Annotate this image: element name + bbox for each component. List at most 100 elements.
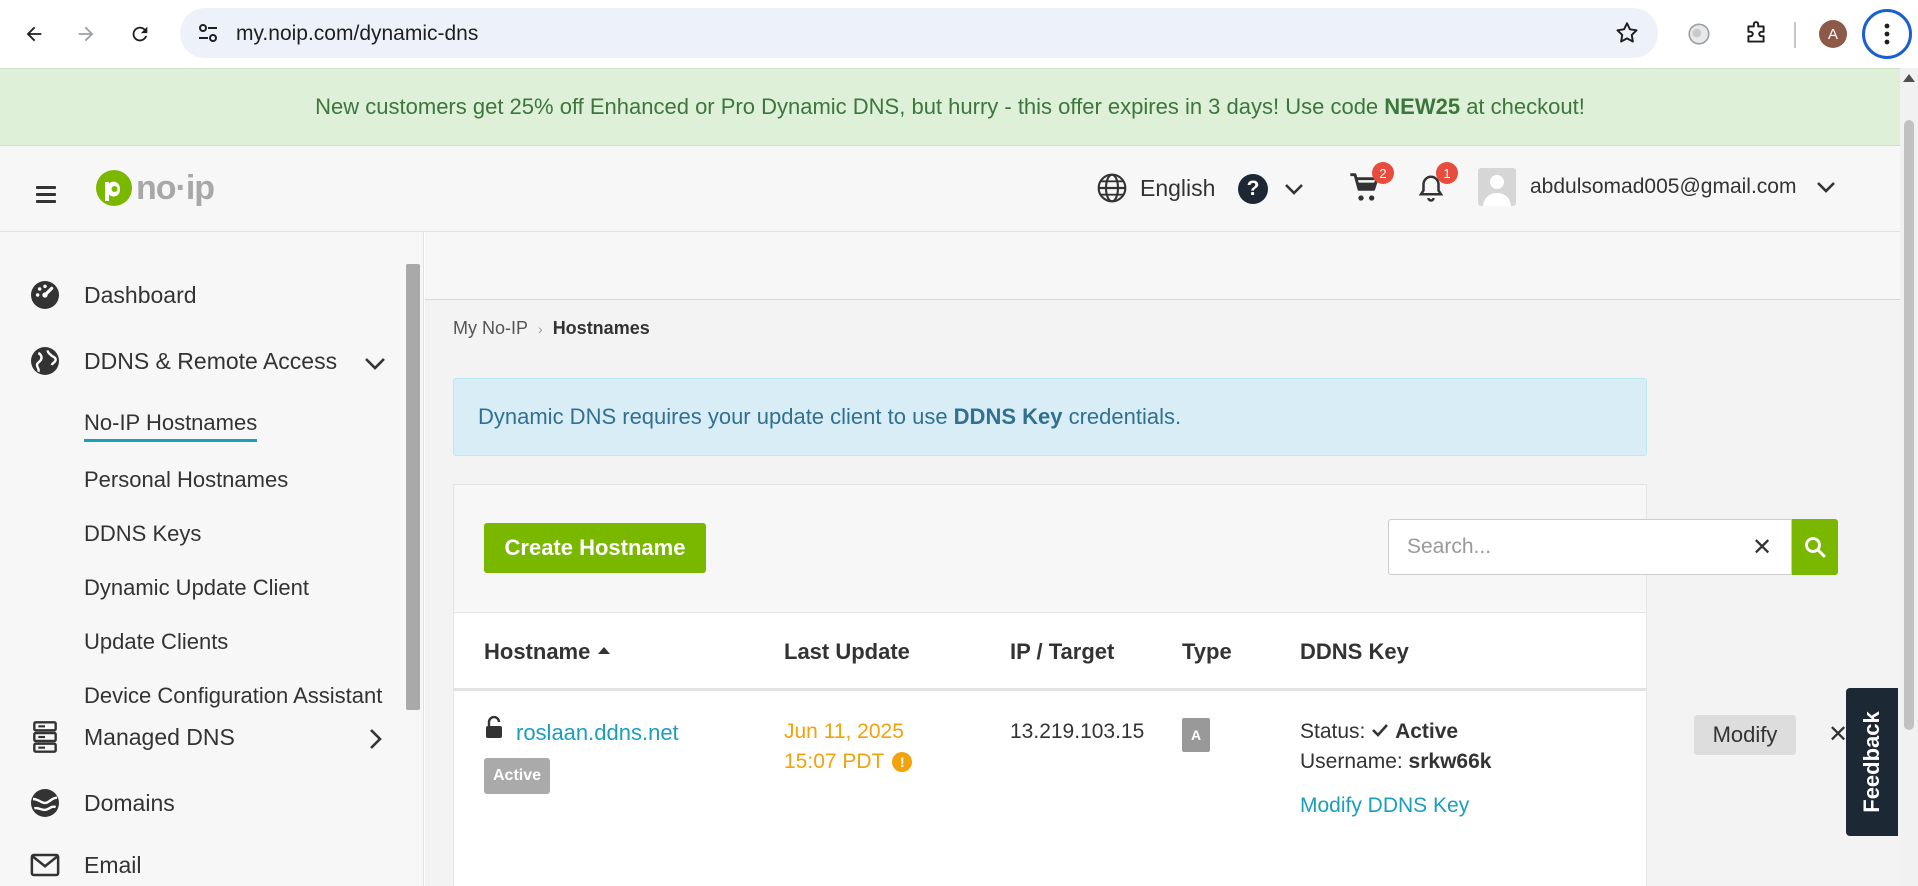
sidebar-item-personal-hostnames[interactable]: Personal Hostnames: [84, 467, 288, 493]
cart-button[interactable]: 2: [1348, 162, 1394, 209]
promo-banner: New customers get 25% off Enhanced or Pr…: [0, 68, 1900, 146]
back-button[interactable]: [14, 14, 54, 54]
cart-count-badge: 2: [1372, 162, 1394, 184]
search-input[interactable]: Search...: [1388, 519, 1792, 575]
sidebar-item-domains[interactable]: Domains: [28, 786, 175, 820]
breadcrumb-current: Hostnames: [552, 318, 650, 338]
ddns-key-alert: Dynamic DNS requires your update client …: [453, 378, 1647, 456]
column-header-ip-target[interactable]: IP / Target: [1010, 639, 1114, 665]
sidebar-scrollbar[interactable]: [406, 264, 420, 710]
column-header-hostname[interactable]: Hostname: [484, 639, 611, 665]
sidebar-item-label: Domains: [84, 789, 175, 816]
chevron-down-icon: [1817, 182, 1836, 193]
breadcrumb-separator: ›: [538, 320, 543, 337]
sidebar-item-label: Email: [84, 851, 142, 878]
breadcrumb-root-link[interactable]: My No-IP: [453, 318, 528, 339]
sidebar-item-ddns-keys[interactable]: DDNS Keys: [84, 521, 201, 547]
notification-count-badge: 1: [1436, 162, 1458, 184]
hamburger-menu-icon[interactable]: [36, 186, 56, 207]
alert-text-after: credentials.: [1062, 404, 1182, 429]
hostnames-panel: Create Hostname Search... ✕ Hostname Las…: [453, 484, 1848, 886]
reload-icon: [132, 26, 148, 42]
table-header: Hostname Last Update IP / Target Type DD…: [454, 613, 1646, 691]
table-row: roslaan.ddns.net Active Jun 11, 2025 15:…: [454, 694, 1848, 886]
column-label: Hostname: [484, 639, 591, 664]
chevron-right-icon[interactable]: [368, 728, 382, 750]
hostname-link[interactable]: roslaan.ddns.net: [516, 720, 679, 746]
sidebar-item-update-clients[interactable]: Update Clients: [84, 629, 228, 655]
record-type-badge: A: [1182, 718, 1210, 752]
feedback-label: Feedback: [1859, 711, 1884, 813]
server-icon: [28, 720, 62, 754]
site-header: no·ip English ? 2 1 abdulsomad005@gmail.…: [0, 146, 1900, 232]
ddns-username: Username: srkw66k: [1300, 750, 1491, 774]
browser-menu-button[interactable]: [1862, 9, 1912, 59]
bookmark-star-icon[interactable]: [1614, 20, 1640, 46]
ddns-status: Status: Active: [1300, 720, 1458, 744]
noip-logo[interactable]: no·ip: [94, 168, 215, 208]
ddns-key-link[interactable]: DDNS Key: [954, 404, 1063, 430]
warning-icon[interactable]: !: [892, 752, 913, 772]
search-button[interactable]: [1792, 519, 1838, 575]
more-vertical-icon: [1884, 23, 1890, 45]
sidebar-item-device-config-assistant[interactable]: Device Configuration Assistant: [84, 683, 382, 709]
last-update-date: Jun 11, 2025: [784, 720, 904, 743]
sidebar-item-ddns[interactable]: DDNS & Remote Access: [28, 344, 337, 378]
column-header-last-update[interactable]: Last Update: [784, 639, 910, 665]
column-header-ddns-key[interactable]: DDNS Key: [1300, 639, 1409, 665]
reload-button[interactable]: [120, 14, 160, 54]
browser-toolbar: my.noip.com/dynamic-dns A: [0, 0, 1918, 68]
avatar: [1478, 168, 1516, 206]
scroll-up-arrow-icon[interactable]: [1903, 74, 1915, 82]
globe-icon: [1097, 173, 1127, 203]
clear-search-icon[interactable]: ✕: [1752, 533, 1772, 562]
help-menu[interactable]: ?: [1238, 174, 1304, 204]
alert-text-before: Dynamic DNS requires your update client …: [478, 404, 954, 429]
user-menu[interactable]: abdulsomad005@gmail.com: [1478, 168, 1836, 206]
last-update-time: 15:07 PDT !: [784, 750, 913, 774]
address-bar[interactable]: my.noip.com/dynamic-dns: [180, 8, 1658, 58]
unlock-icon: [486, 716, 502, 738]
domains-globe-icon: [28, 786, 62, 820]
email-icon: [28, 848, 62, 882]
modify-button[interactable]: Modify: [1694, 715, 1796, 755]
sidebar-item-dynamic-update-client[interactable]: Dynamic Update Client: [84, 575, 309, 601]
create-hostname-button[interactable]: Create Hostname: [484, 523, 706, 573]
sidebar-item-label: Managed DNS: [84, 723, 235, 750]
last-update-time-text: 15:07 PDT: [784, 750, 885, 773]
search-icon: [1805, 537, 1826, 558]
site-info-icon[interactable]: [196, 21, 220, 45]
checkmark-icon: [1372, 724, 1389, 737]
ddns-username-label: Username:: [1300, 750, 1403, 773]
logo-text: no·ip: [136, 168, 215, 207]
search-box: Search... ✕: [1388, 519, 1838, 575]
extensions-button[interactable]: [1736, 14, 1776, 54]
modify-ddns-key-link[interactable]: Modify DDNS Key: [1300, 794, 1469, 818]
sidebar-item-label: DDNS & Remote Access: [84, 347, 338, 374]
content-topbar: [425, 232, 1900, 300]
scrollbar-thumb[interactable]: [1904, 120, 1914, 730]
noip-logo-icon: [96, 170, 132, 206]
page-scrollbar[interactable]: [1900, 68, 1918, 886]
sidebar: Dashboard DDNS & Remote Access No-IP Hos…: [0, 232, 424, 886]
sidebar-item-dashboard[interactable]: Dashboard: [28, 278, 197, 312]
chevron-down-icon[interactable]: [364, 356, 386, 370]
toolbar-separator: [1794, 22, 1796, 48]
column-header-type[interactable]: Type: [1182, 639, 1232, 665]
user-silhouette-icon: [1483, 175, 1511, 206]
ddns-status-value: Active: [1395, 720, 1459, 743]
promo-code: NEW25: [1384, 94, 1461, 119]
sidebar-item-email[interactable]: Email: [28, 848, 142, 882]
forward-button[interactable]: [66, 14, 106, 54]
arrow-right-icon: [78, 26, 94, 42]
extension-button[interactable]: [1679, 14, 1719, 54]
feedback-tab[interactable]: Feedback: [1846, 688, 1898, 836]
language-selector[interactable]: English: [1096, 172, 1215, 204]
url-text: my.noip.com/dynamic-dns: [236, 22, 479, 45]
profile-avatar[interactable]: A: [1819, 20, 1847, 48]
notifications-button[interactable]: 1: [1416, 162, 1458, 209]
ip-target: 13.219.103.15: [1010, 720, 1145, 743]
sidebar-item-noip-hostnames[interactable]: No-IP Hostnames: [84, 410, 258, 442]
sidebar-item-managed-dns[interactable]: Managed DNS: [28, 720, 235, 754]
language-label: English: [1140, 174, 1216, 201]
